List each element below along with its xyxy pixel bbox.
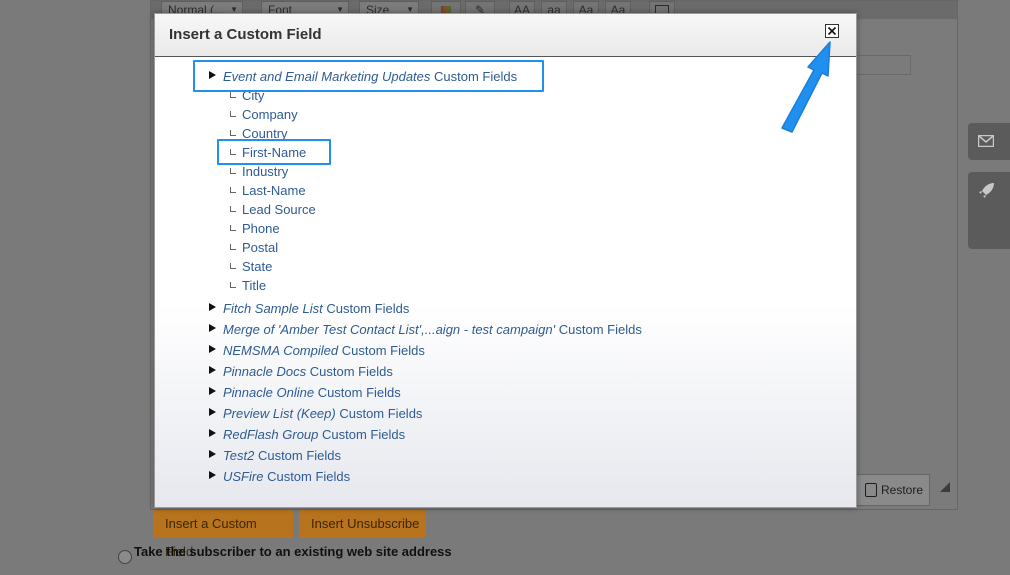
group-label[interactable]: Merge of 'Amber Test Contact List',...ai… [223, 322, 642, 337]
rocket-side-tab[interactable] [968, 172, 1010, 249]
tree-branch-icon [230, 225, 236, 231]
group-name: Preview List (Keep) [223, 406, 336, 421]
arrow-pointer-icon [781, 41, 831, 133]
dialog-title: Insert a Custom Field [169, 26, 322, 43]
field-label: Lead Source [242, 202, 316, 217]
group-label[interactable]: USFire Custom Fields [223, 469, 350, 484]
mail-icon [978, 135, 994, 147]
expand-triangle-icon[interactable] [209, 387, 216, 395]
rocket-icon [979, 183, 994, 198]
expand-triangle-icon[interactable] [209, 324, 216, 332]
field-label: Postal [242, 240, 279, 255]
group-suffix: Custom Fields [257, 448, 342, 463]
tree-branch-icon [230, 130, 236, 136]
resize-handle[interactable] [940, 482, 950, 492]
insert-custom-field-button[interactable]: Insert a Custom Field [153, 510, 293, 559]
field-label: Last-Name [242, 183, 306, 198]
redirect-option-label: Take the subscriber to an existing web s… [134, 544, 452, 559]
restore-button[interactable]: Restore [856, 474, 930, 506]
expand-triangle-icon[interactable] [209, 408, 216, 416]
group-suffix: Custom Fields [326, 301, 410, 316]
expand-triangle-icon[interactable] [209, 471, 216, 479]
group-label[interactable]: Preview List (Keep) Custom Fields [223, 406, 422, 421]
insert-unsubscribe-label: Insert Unsubscribe [311, 516, 420, 531]
tree-branch-icon [230, 92, 236, 98]
restore-label: Restore [881, 483, 924, 497]
group-label[interactable]: RedFlash Group Custom Fields [223, 427, 405, 442]
group-name: Pinnacle Online [223, 385, 315, 400]
redirect-radio[interactable] [118, 550, 132, 564]
tree-branch-icon [230, 168, 236, 174]
group-name: NEMSMA Compiled [223, 343, 339, 358]
custom-field-tree: Event and Email Marketing Updates Custom… [155, 57, 856, 507]
tree-branch-icon [230, 263, 236, 269]
field-label: Industry [242, 164, 289, 179]
group-name: RedFlash Group [223, 427, 319, 442]
group-label[interactable]: Pinnacle Docs Custom Fields [223, 364, 393, 379]
group-name: Test2 [223, 448, 255, 463]
close-icon [827, 26, 837, 36]
group-label[interactable]: Fitch Sample List Custom Fields [223, 301, 409, 316]
field-label: State [242, 259, 273, 274]
expand-triangle-icon[interactable] [209, 303, 216, 311]
tree-branch-icon [230, 187, 236, 193]
expand-triangle-icon[interactable] [209, 345, 216, 353]
group-highlight-box [193, 60, 544, 92]
field-label: Phone [242, 221, 280, 236]
group-suffix: Custom Fields [317, 385, 401, 400]
group-suffix: Custom Fields [558, 322, 642, 337]
group-name: Pinnacle Docs [223, 364, 307, 379]
field-label: Company [242, 107, 298, 122]
field-highlight-box [217, 139, 331, 165]
redirect-option[interactable]: Take the subscriber to an existing web s… [118, 544, 452, 564]
group-name: USFire [223, 469, 264, 484]
expand-triangle-icon[interactable] [209, 450, 216, 458]
table-grid-icon [849, 55, 911, 75]
group-name: Merge of 'Amber Test Contact List',...ai… [223, 322, 556, 337]
mail-side-tab[interactable] [968, 123, 1010, 160]
group-label[interactable]: NEMSMA Compiled Custom Fields [223, 343, 425, 358]
field-label: Title [242, 278, 267, 293]
expand-triangle-icon[interactable] [209, 366, 216, 374]
group-suffix: Custom Fields [267, 469, 351, 484]
dialog-header: Insert a Custom Field [155, 14, 856, 57]
tree-branch-icon [230, 206, 236, 212]
group-label[interactable]: Pinnacle Online Custom Fields [223, 385, 401, 400]
group-suffix: Custom Fields [309, 364, 393, 379]
group-suffix: Custom Fields [339, 406, 423, 421]
tree-branch-icon [230, 282, 236, 288]
group-suffix: Custom Fields [341, 343, 425, 358]
tree-branch-icon [230, 111, 236, 117]
group-label[interactable]: Test2 Custom Fields [223, 448, 341, 463]
expand-triangle-icon[interactable] [209, 429, 216, 437]
group-name: Fitch Sample List [223, 301, 323, 316]
group-suffix: Custom Fields [322, 427, 406, 442]
insert-unsubscribe-button[interactable]: Insert Unsubscribe [299, 510, 426, 538]
tree-branch-icon [230, 244, 236, 250]
restore-icon [865, 483, 877, 497]
